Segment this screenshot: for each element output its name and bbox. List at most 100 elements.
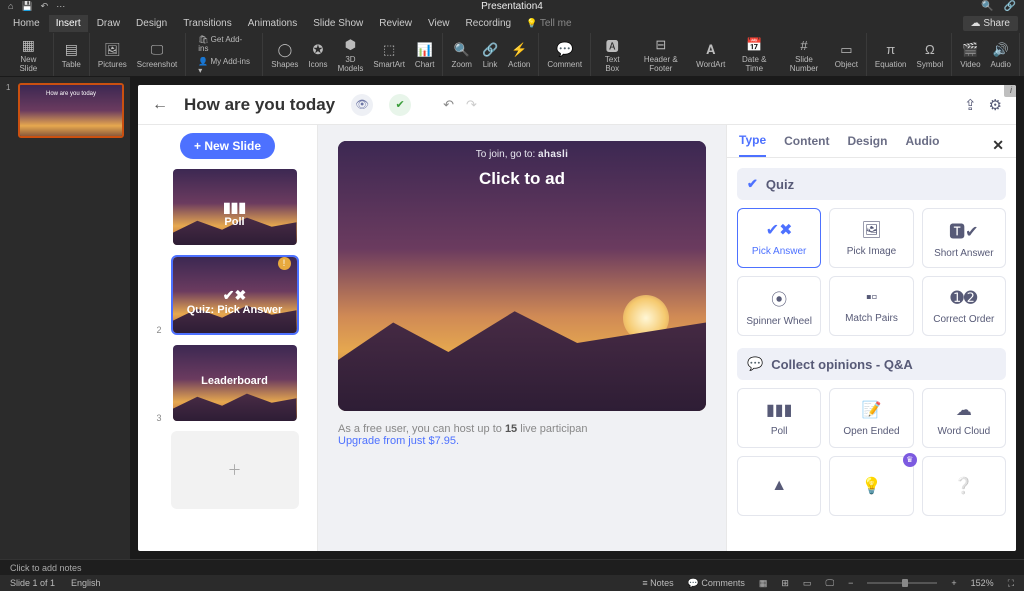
view-normal-icon[interactable]: ▦ — [759, 578, 768, 589]
word-cloud-icon: ☁ — [956, 400, 972, 420]
ribbon-equation[interactable]: πEquation — [875, 41, 907, 69]
new-slide-button[interactable]: + New Slide — [180, 133, 275, 159]
opt-spinner-wheel[interactable]: ⦿Spinner Wheel — [737, 276, 821, 336]
menu-insert[interactable]: Insert — [49, 15, 88, 32]
ribbon-slidenum[interactable]: #Slide Number — [783, 36, 825, 73]
opt-pick-answer[interactable]: ✔✖Pick Answer — [737, 208, 821, 268]
add-blank-slide[interactable]: ＋ — [171, 431, 299, 509]
open-ended-icon: 📝 — [862, 400, 882, 420]
search-icon[interactable]: 🔍 — [981, 1, 993, 12]
share-icon[interactable]: ⇪ — [964, 96, 977, 114]
check-icon[interactable]: ✔ — [389, 94, 411, 116]
tab-content[interactable]: Content — [784, 134, 829, 156]
slide-tile-quiz[interactable]: ! ✔✖Quiz: Pick Answer — [171, 255, 299, 335]
opt-poll[interactable]: ▮▮▮Poll — [737, 388, 821, 448]
opt-image[interactable]: ▲ — [737, 456, 821, 516]
view-reading-icon[interactable]: ▭ — [803, 578, 812, 589]
slide-tile-poll[interactable]: ▮▮▮Poll — [171, 167, 299, 247]
opt-correct-order[interactable]: ➊➋Correct Order — [922, 276, 1006, 336]
ribbon-icons[interactable]: ✪Icons — [308, 41, 327, 69]
correct-order-icon: ➊➋ — [950, 288, 977, 308]
section-collect-header: 💬Collect opinions - Q&A — [737, 348, 1006, 380]
ribbon-smartart[interactable]: ⬚SmartArt — [373, 41, 405, 69]
view-slideshow-icon[interactable]: 🖵 — [825, 578, 834, 589]
save-icon[interactable]: 💾 — [21, 1, 32, 12]
status-notes[interactable]: ≡ Notes — [642, 578, 673, 588]
menu-animations[interactable]: Animations — [241, 15, 304, 32]
undo-icon[interactable]: ↶ — [41, 1, 49, 12]
tab-design[interactable]: Design — [847, 134, 887, 156]
autosave-icon[interactable]: ⌂ — [8, 1, 13, 12]
back-arrow-icon[interactable]: ← — [152, 96, 168, 114]
ppt-thumbnails: 1 How are you today — [0, 77, 130, 559]
more-icon[interactable]: ⋯ — [56, 1, 65, 12]
main-slide-preview[interactable]: To join, go to: ahasli Click to ad — [338, 141, 706, 411]
ribbon-new-slide[interactable]: ▦New Slide — [4, 33, 54, 76]
menu-recording[interactable]: Recording — [459, 15, 519, 32]
zoom-slider[interactable] — [867, 582, 937, 584]
menu-transitions[interactable]: Transitions — [176, 15, 239, 32]
opt-open-ended[interactable]: 📝Open Ended — [829, 388, 913, 448]
ribbon-textbox[interactable]: 🅰Text Box — [599, 36, 625, 73]
main-slide-title[interactable]: Click to ad — [479, 169, 565, 189]
menu-home[interactable]: Home — [6, 15, 47, 32]
presentation-name[interactable]: How are you today — [184, 95, 335, 115]
opt-word-cloud[interactable]: ☁Word Cloud — [922, 388, 1006, 448]
poll-icon: ▮▮▮ — [766, 400, 792, 420]
link-icon[interactable]: 🔗 — [1004, 1, 1016, 12]
ribbon-datetime[interactable]: 📅Date & Time — [735, 36, 773, 73]
join-instruction: To join, go to: ahasli — [476, 149, 568, 160]
ribbon-zoom[interactable]: 🔍Zoom — [451, 41, 471, 69]
ribbon-screenshot[interactable]: 🖵Screenshot — [137, 41, 177, 69]
ribbon-object[interactable]: ▭Object — [835, 41, 858, 69]
tab-audio[interactable]: Audio — [905, 134, 939, 156]
fit-icon[interactable]: ⛶ — [1008, 578, 1014, 589]
ribbon-header[interactable]: ⊟Header & Footer — [635, 36, 686, 73]
menu-slideshow[interactable]: Slide Show — [306, 15, 370, 32]
embedded-addin: i ← How are you today 👁 ✔ ↶ ↷ ⇪ ⚙ + New … — [138, 85, 1016, 551]
ribbon-comment[interactable]: 💬Comment — [539, 33, 591, 76]
share-button[interactable]: ☁ Share — [963, 16, 1018, 31]
notes-bar[interactable]: Click to add notes — [0, 559, 1024, 575]
tab-type[interactable]: Type — [739, 133, 766, 157]
redo-icon[interactable]: ↷ — [466, 97, 477, 113]
ribbon-wordart[interactable]: 𝐀WordArt — [696, 41, 725, 69]
ribbon-3d-models[interactable]: ⬢3D Models — [338, 36, 364, 73]
status-language[interactable]: English — [71, 578, 101, 588]
status-slide-count: Slide 1 of 1 — [10, 578, 55, 588]
opt-brainstorm[interactable]: ♛💡 — [829, 456, 913, 516]
ribbon-audio[interactable]: 🔊Audio — [991, 41, 1011, 69]
slide-tile-leaderboard[interactable]: Leaderboard — [171, 343, 299, 423]
tell-me[interactable]: Tell me — [526, 18, 571, 29]
ribbon-pictures[interactable]: 🖼Pictures — [98, 41, 127, 69]
ribbon-link[interactable]: 🔗Link — [482, 41, 498, 69]
ribbon-table[interactable]: ▤Table — [54, 33, 90, 76]
preview-icon[interactable]: 👁 — [351, 94, 373, 116]
opt-pick-image[interactable]: 🖼Pick Image — [829, 208, 913, 268]
menu-design[interactable]: Design — [129, 15, 174, 32]
menu-draw[interactable]: Draw — [90, 15, 127, 32]
opt-match-pairs[interactable]: ▪▫Match Pairs — [829, 276, 913, 336]
ribbon-shapes[interactable]: ◯Shapes — [271, 41, 298, 69]
menu-view[interactable]: View — [421, 15, 457, 32]
document-title: Presentation4 — [481, 1, 543, 12]
ribbon-video[interactable]: 🎬Video — [960, 41, 980, 69]
close-panel-icon[interactable]: ✕ — [992, 137, 1004, 154]
view-sorter-icon[interactable]: ⊞ — [781, 578, 789, 589]
gear-icon[interactable]: ⚙ — [989, 96, 1002, 114]
ribbon-symbol[interactable]: ΩSymbol — [917, 41, 944, 69]
upgrade-link[interactable]: Upgrade from just $7.95. — [338, 435, 459, 447]
ppt-slide-thumb[interactable]: How are you today — [18, 83, 124, 138]
opt-qa[interactable]: ❔ — [922, 456, 1006, 516]
status-bar: Slide 1 of 1 English ≡ Notes 💬 Comments … — [0, 575, 1024, 591]
menu-review[interactable]: Review — [372, 15, 419, 32]
match-pairs-icon: ▪▫ — [866, 289, 877, 307]
ribbon-chart[interactable]: 📊Chart — [415, 41, 435, 69]
zoom-level[interactable]: 152% — [971, 578, 994, 588]
status-comments[interactable]: 💬 Comments — [688, 578, 745, 589]
ribbon-action[interactable]: ⚡Action — [508, 41, 530, 69]
opt-short-answer[interactable]: 🆃✔Short Answer — [922, 208, 1006, 268]
ribbon-my-addins[interactable]: 👤 My Add-ins ▾ — [194, 56, 254, 76]
ribbon-get-addins[interactable]: 🛍 Get Add-ins — [194, 34, 254, 54]
undo-icon[interactable]: ↶ — [443, 97, 454, 113]
